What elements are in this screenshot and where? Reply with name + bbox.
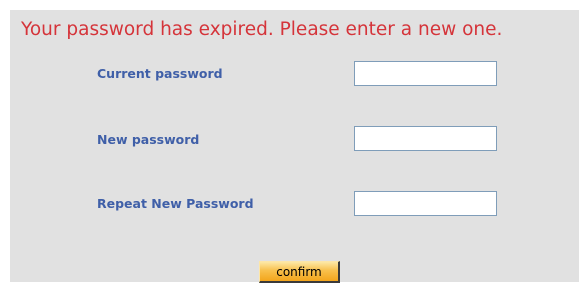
page-title: Your password has expired. Please enter … bbox=[21, 19, 503, 40]
confirm-button[interactable]: confirm bbox=[259, 261, 340, 283]
current-password-field[interactable] bbox=[354, 61, 497, 86]
repeat-password-field[interactable] bbox=[354, 191, 497, 216]
repeat-password-label: Repeat New Password bbox=[97, 196, 254, 211]
current-password-label: Current password bbox=[97, 66, 223, 81]
new-password-label: New password bbox=[97, 132, 200, 147]
password-expired-panel: Your password has expired. Please enter … bbox=[10, 10, 579, 283]
new-password-field[interactable] bbox=[354, 126, 497, 151]
